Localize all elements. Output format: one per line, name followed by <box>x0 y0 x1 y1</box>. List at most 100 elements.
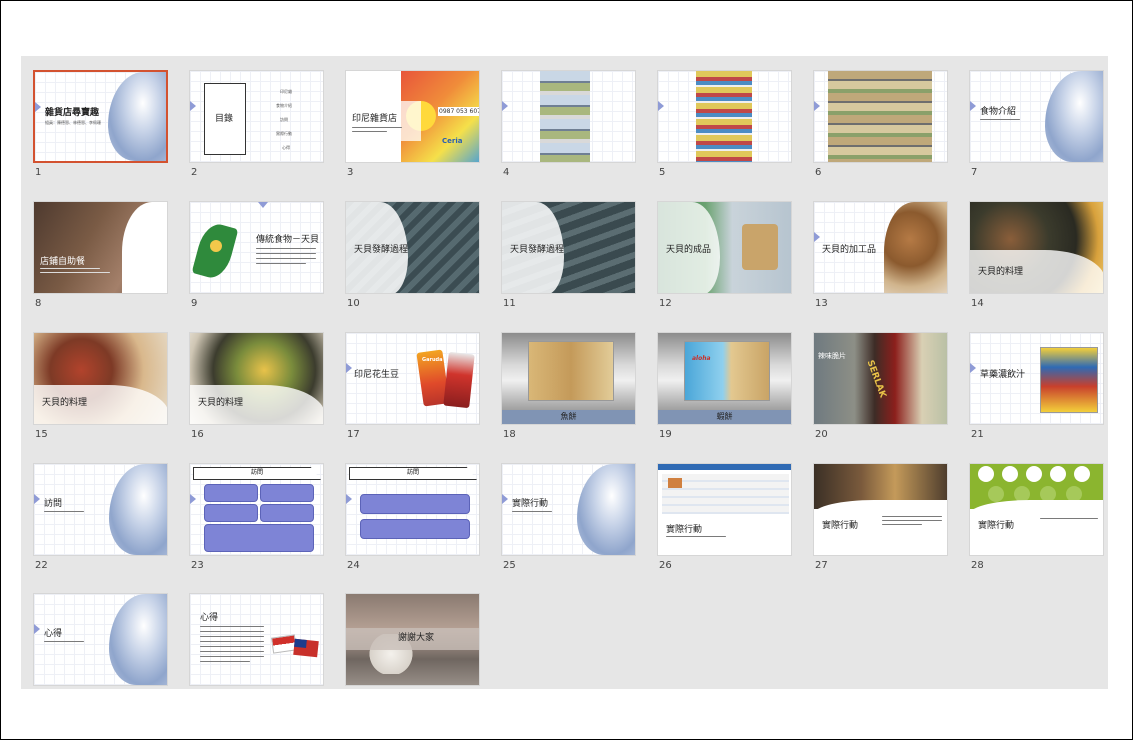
slide-thumbnail-14[interactable]: 天貝的料理 14 <box>969 201 1104 311</box>
slide-title: 目錄 <box>215 114 234 124</box>
slide-7-preview[interactable]: 食物介紹 <box>969 70 1104 163</box>
slide-18-preview[interactable]: 魚餅 <box>501 332 636 425</box>
slide-25-preview[interactable]: 實際行動 <box>501 463 636 556</box>
slide-sorter-panel[interactable]: 雜貨店尋寶趣 組員：陳德恩、林德恩、李佩珊 1 目錄 印尼雜 食物介紹 訪問 實… <box>21 56 1108 689</box>
slide-28-preview[interactable]: 實際行動 <box>969 463 1104 556</box>
slide-thumbnail-27[interactable]: 實際行動 27 <box>813 463 948 573</box>
slide-13-preview[interactable]: 天貝的加工品 <box>813 201 948 294</box>
slide-thumbnail-31[interactable]: 謝謝大家 <box>345 593 480 703</box>
slide-marker-icon <box>814 232 820 242</box>
aisle-photo <box>696 71 752 162</box>
slide-title: 訪問 <box>44 499 63 509</box>
slide-number: 21 <box>971 429 984 440</box>
slide-thumbnail-21[interactable]: 草藥濃飲汁 21 <box>969 332 1104 442</box>
slide-thumbnail-23[interactable]: 訪問 23 <box>189 463 324 573</box>
slide-marker-icon <box>814 101 820 111</box>
slide-thumbnail-3[interactable]: 0987 053 607 Ceria 印尼雜貨店 3 <box>345 70 480 180</box>
slide-marker-icon <box>34 494 40 504</box>
slide-thumbnail-11[interactable]: 天貝發酵過程 11 <box>501 201 636 311</box>
slide-thumbnail-29[interactable]: 心得 <box>33 593 168 703</box>
slide-thumbnail-15[interactable]: 天貝的料理 15 <box>33 332 168 442</box>
slide-23-preview[interactable]: 訪問 <box>189 463 324 556</box>
slide-11-preview[interactable]: 天貝發酵過程 <box>501 201 636 294</box>
toc-item: 食物介紹 <box>276 103 292 108</box>
slide-title: 辣味脆片 <box>818 352 846 360</box>
slide-thumbnail-30[interactable]: 心得 <box>189 593 324 703</box>
slide-number: 13 <box>815 298 828 309</box>
slide-8-preview[interactable]: 店鋪自助餐 <box>33 201 168 294</box>
slide-6-preview[interactable] <box>813 70 948 163</box>
slide-number: 14 <box>971 298 984 309</box>
slide-title: 天貝的成品 <box>666 245 712 255</box>
slide-thumbnail-28[interactable]: 實際行動 28 <box>969 463 1104 573</box>
toc-item: 訪問 <box>280 117 288 122</box>
slide-29-preview[interactable]: 心得 <box>33 593 168 686</box>
slide-thumbnail-10[interactable]: 天貝發酵過程 10 <box>345 201 480 311</box>
slide-marker-icon <box>502 494 508 504</box>
slide-title: 食物介紹 <box>980 107 1017 117</box>
slide-title: 實際行動 <box>822 521 859 531</box>
slide-thumbnail-9[interactable]: 傳統食物－天貝 9 <box>189 201 324 311</box>
slide-thumbnail-8[interactable]: 店鋪自助餐 8 <box>33 201 168 311</box>
slide-17-preview[interactable]: 印尼花生豆 Garuda <box>345 332 480 425</box>
question-box <box>204 484 258 502</box>
slide-title: 店鋪自助餐 <box>40 257 86 267</box>
slide-2-preview[interactable]: 目錄 印尼雜 食物介紹 訪問 實際行動 心得 <box>189 70 324 163</box>
slide-thumbnail-25[interactable]: 實際行動 25 <box>501 463 636 573</box>
slide-thumbnail-13[interactable]: 天貝的加工品 13 <box>813 201 948 311</box>
banner-title: 訪問 <box>349 467 477 480</box>
slide-marker-icon <box>35 102 41 112</box>
slide-thumbnail-19[interactable]: aloha 蝦餅 19 <box>657 332 792 442</box>
slide-30-preview[interactable]: 心得 <box>189 593 324 686</box>
slide-20-preview[interactable]: SERLAK 辣味脆片 <box>813 332 948 425</box>
slide-number: 7 <box>971 167 978 178</box>
question-box <box>204 504 258 522</box>
slide-thumbnail-2[interactable]: 目錄 印尼雜 食物介紹 訪問 實際行動 心得 2 <box>189 70 324 180</box>
slide-title: 天貝的料理 <box>198 398 244 408</box>
tempeh-chips-photo <box>884 202 947 293</box>
slide-thumbnail-7[interactable]: 食物介紹 7 <box>969 70 1104 180</box>
slide-thumbnail-17[interactable]: 印尼花生豆 Garuda 17 <box>345 332 480 442</box>
slide-14-preview[interactable]: 天貝的料理 <box>969 201 1104 294</box>
slide-31-preview[interactable]: 謝謝大家 <box>345 593 480 686</box>
slide-number: 5 <box>659 167 666 178</box>
slide-title: 天貝的加工品 <box>822 245 877 255</box>
slide-thumbnail-20[interactable]: SERLAK 辣味脆片 20 <box>813 332 948 442</box>
slide-15-preview[interactable]: 天貝的料理 <box>33 332 168 425</box>
slide-9-preview[interactable]: 傳統食物－天貝 <box>189 201 324 294</box>
shrimp-cracker-photo <box>684 341 770 401</box>
slide-title: 草藥濃飲汁 <box>980 370 1026 380</box>
slide-12-preview[interactable]: 天貝的成品 <box>657 201 792 294</box>
slide-thumbnail-6[interactable]: 6 <box>813 70 948 180</box>
slide-26-preview[interactable]: 實際行動 <box>657 463 792 556</box>
slide-22-preview[interactable]: 訪問 <box>33 463 168 556</box>
slide-thumbnail-12[interactable]: 天貝的成品 12 <box>657 201 792 311</box>
slide-16-preview[interactable]: 天貝的料理 <box>189 332 324 425</box>
brand-label: Ceria <box>442 137 463 145</box>
slide-thumbnail-5[interactable]: 5 <box>657 70 792 180</box>
slide-27-preview[interactable]: 實際行動 <box>813 463 948 556</box>
slide-thumbnail-1[interactable]: 雜貨店尋寶趣 組員：陳德恩、林德恩、李佩珊 1 <box>33 70 168 180</box>
slide-marker-icon <box>190 494 196 504</box>
slide-19-preview[interactable]: aloha 蝦餅 <box>657 332 792 425</box>
slide-number: 8 <box>35 298 42 309</box>
slide-thumbnail-18[interactable]: 魚餅 18 <box>501 332 636 442</box>
slide-3-preview[interactable]: 0987 053 607 Ceria 印尼雜貨店 <box>345 70 480 163</box>
slide-title: 印尼雜貨店 <box>352 114 398 124</box>
slide-21-preview[interactable]: 草藥濃飲汁 <box>969 332 1104 425</box>
slide-thumbnail-22[interactable]: 訪問 22 <box>33 463 168 573</box>
slide-thumbnail-26[interactable]: 實際行動 26 <box>657 463 792 573</box>
slide-number: 18 <box>503 429 516 440</box>
slide-thumbnail-4[interactable]: 4 <box>501 70 636 180</box>
slide-4-preview[interactable] <box>501 70 636 163</box>
question-box <box>360 494 470 514</box>
slide-thumbnail-16[interactable]: 天貝的料理 16 <box>189 332 324 442</box>
slide-1-preview[interactable]: 雜貨店尋寶趣 組員：陳德恩、林德恩、李佩珊 <box>33 70 168 163</box>
slide-thumbnail-24[interactable]: 訪問 24 <box>345 463 480 573</box>
slide-24-preview[interactable]: 訪問 <box>345 463 480 556</box>
slide-title: 天貝的料理 <box>978 267 1024 277</box>
slide-number: 2 <box>191 167 198 178</box>
slide-title: 雜貨店尋寶趣 <box>45 108 100 118</box>
slide-10-preview[interactable]: 天貝發酵過程 <box>345 201 480 294</box>
slide-5-preview[interactable] <box>657 70 792 163</box>
